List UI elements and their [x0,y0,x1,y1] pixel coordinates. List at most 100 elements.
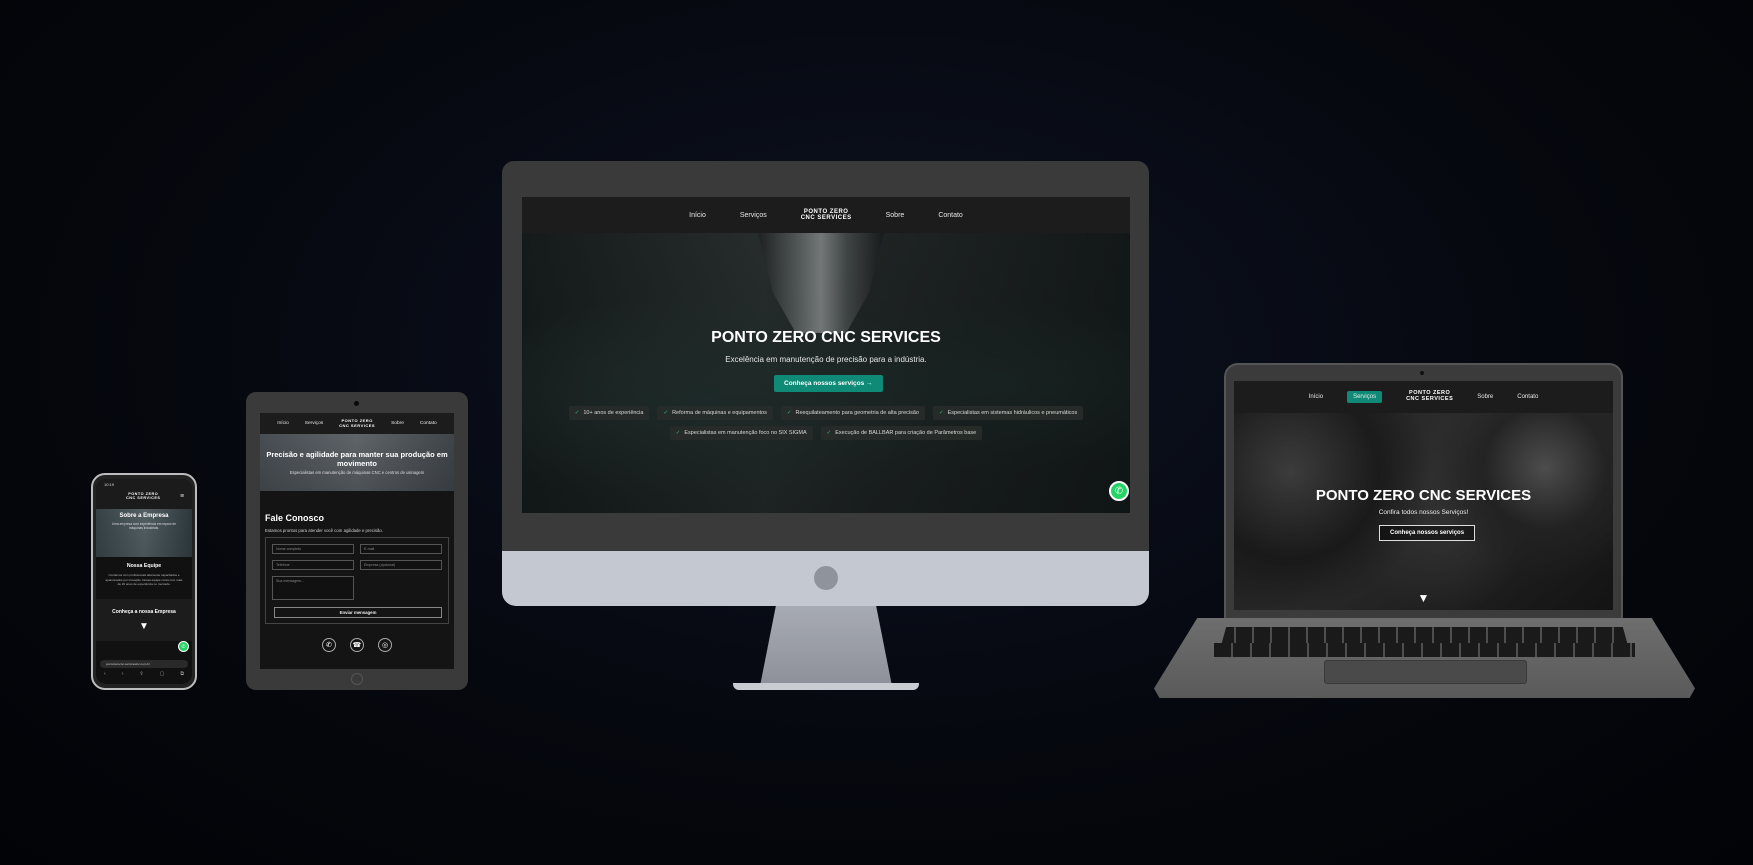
desktop-hero: PONTO ZERO CNC SERVICES Excelência em ma… [522,233,1130,513]
cnc-spindle-image [758,233,884,333]
imac-foot [733,683,919,690]
company-field[interactable]: Empresa (opcional) [360,560,442,570]
browser-toolbar: ‹ › ⇪ ▢ ⧉ [104,671,184,677]
email-field[interactable]: E-mail [360,544,442,554]
message-field[interactable]: Sua mensagem... [272,576,354,600]
scroll-down-arrow-icon[interactable]: ▼ [96,621,192,632]
hero-subtitle: Especialistas em manutenção de máquinas … [289,470,425,475]
check-icon: ✓ [675,430,681,436]
whatsapp-icon[interactable]: ✆ [178,641,189,652]
nav-contact-link[interactable]: Contato [420,421,437,426]
features-row-1: ✓ 10+ anos de experiência ✓ Reforma de máq… [522,406,1130,420]
feature-chip: ✓ Reforma de máquinas e equipamentos [657,406,773,420]
feature-label: Reforma de máquinas e equipamentos [672,410,767,416]
hero-subtitle: Confira todos nossos Serviços! [1378,509,1469,516]
phone-hero: Sobre a Empresa Uma empresa com experiên… [96,509,192,557]
check-icon: ✓ [663,410,669,416]
laptop-website: Início Serviços PONTO ZERO CNC SERVICES … [1234,381,1613,610]
share-icon[interactable]: ⇪ [139,671,143,677]
hero-title: PONTO ZERO CNC SERVICES [711,329,941,346]
contact-title: Fale Conosco [265,513,325,523]
team-text: Contamos com profissionais altamente cap… [105,573,183,586]
nav-contact-link[interactable]: Contato [1517,394,1538,400]
hero-subtitle: Uma empresa com experiência em reparo de… [112,522,176,531]
phone-icon[interactable]: ☎ [350,638,364,652]
status-time: 10:19 [104,482,115,487]
nav-about-link[interactable]: Sobre [1477,394,1493,400]
logo-line-2: CNC SERVICES [126,495,161,500]
feature-chip: ✓ Execução de BALLBAR para criação de Par… [820,426,983,440]
logo-line-2: CNC SERVICES [339,422,376,428]
services-cta-button[interactable]: Conheça nossos serviços → [774,375,883,392]
check-icon: ✓ [786,410,792,416]
browser-url-bar[interactable]: pontozerocnc-servicesinc.com.br [100,660,188,668]
back-icon[interactable]: ‹ [104,671,106,677]
features-row-2: ✓ Especialistas em manutenção foco no SIX… [522,426,1130,440]
desktop-navbar: Início Serviços PONTO ZERO CNC SERVICES … [522,197,1130,233]
webcam-icon [1420,371,1424,375]
check-icon: ✓ [574,410,580,416]
services-cta-button[interactable]: Conheça nossos serviços [1379,525,1476,541]
nav-about-link[interactable]: Sobre [391,421,404,426]
social-links: ✆ ☎ ◎ [260,638,454,652]
contact-form: Nome completo E-mail Telefone Empresa (o… [265,537,449,624]
contact-lead: Estamos prontos para atender você com ag… [265,528,383,533]
trackpad [1324,660,1527,684]
hero-title: PONTO ZERO CNC SERVICES [1315,487,1532,504]
logo-line-2: CNC SERVICES [1406,396,1454,402]
feature-chip: ✓ Reequilateamento para geometria de alta… [780,406,925,420]
phone-field[interactable]: Telefone [272,560,354,570]
logo-line-2: CNC SERVICES [800,215,852,221]
feature-label: Especialistas em sistemas hidráulicos e … [947,410,1078,416]
site-logo[interactable]: PONTO ZERO CNC SERVICES [339,419,376,428]
nav-services-link[interactable]: Serviços [305,421,323,426]
whatsapp-icon[interactable]: ✆ [322,638,336,652]
nav-about-link[interactable]: Sobre [886,212,905,219]
feature-label: Especialistas em manutenção foco no SIX … [684,430,807,436]
bookmarks-icon[interactable]: ▢ [160,671,165,677]
laptop-navbar: Início Serviços PONTO ZERO CNC SERVICES … [1234,381,1613,413]
hero-title: Sobre a Empresa [119,513,169,519]
feature-label: 10+ anos de experiência [583,410,644,416]
feature-chip: ✓ Especialistas em manutenção foco no SIX… [669,426,813,440]
nav-services-link-active[interactable]: Serviços [1347,391,1383,403]
apple-logo-icon [814,566,838,590]
site-logo[interactable]: PONTO ZERO CNC SERVICES [1406,390,1454,403]
hero-subtitle: Excelência em manutenção de precisão par… [725,355,927,364]
feature-label: Execução de BALLBAR para criação de Parâ… [835,430,977,436]
feature-chip: ✓ Especialistas em sistemas hidráulicos e… [933,406,1084,420]
feature-label: Reequilateamento para geometria de alta … [795,410,919,416]
company-section: Conheça a nossa Empresa ▼ [96,599,192,641]
desktop-website: Início Serviços PONTO ZERO CNC SERVICES … [522,197,1130,513]
tablet-website: Início Serviços PONTO ZERO CNC SERVICES … [260,413,454,669]
name-field[interactable]: Nome completo [272,544,354,554]
scroll-down-arrow-icon[interactable]: ▼ [1234,591,1613,605]
keyboard-row [1214,643,1635,657]
nav-home-link[interactable]: Início [1309,394,1323,400]
tablet-home-button [351,673,363,685]
site-logo[interactable]: PONTO ZERO CNC SERVICES [801,209,852,222]
tablet-navbar: Início Serviços PONTO ZERO CNC SERVICES … [260,413,454,434]
tablet-hero: Precisão e agilidade para manter sua pro… [260,434,454,491]
instagram-icon[interactable]: ◎ [378,638,392,652]
hero-title: Precisão e agilidade para manter sua pro… [266,450,448,469]
send-message-button[interactable]: Enviar mensagem [274,607,442,618]
phone-website: 10:19 PONTO ZERO CNC SERVICES ≡ Sobre a … [96,479,192,684]
site-logo[interactable]: PONTO ZERO CNC SERVICES [126,492,160,500]
nav-home-link[interactable]: Início [277,421,288,426]
whatsapp-icon[interactable]: ✆ [1109,481,1129,501]
imac-stand [760,606,892,686]
team-title: Nossa Equipe [126,563,162,569]
check-icon: ✓ [939,410,944,416]
hamburger-menu-icon[interactable]: ≡ [180,493,184,500]
forward-icon[interactable]: › [122,671,124,677]
nav-services-link[interactable]: Serviços [740,212,767,219]
laptop-hero: PONTO ZERO CNC SERVICES Confira todos no… [1234,413,1613,610]
company-section-title: Conheça a nossa Empresa [112,609,176,615]
nav-contact-link[interactable]: Contato [938,212,963,219]
nav-home-link[interactable]: Início [689,212,706,219]
check-icon: ✓ [826,430,832,436]
feature-chip: ✓ 10+ anos de experiência [568,406,650,420]
contact-section: Fale Conosco Estamos prontos para atende… [260,491,454,669]
tabs-icon[interactable]: ⧉ [180,671,184,677]
